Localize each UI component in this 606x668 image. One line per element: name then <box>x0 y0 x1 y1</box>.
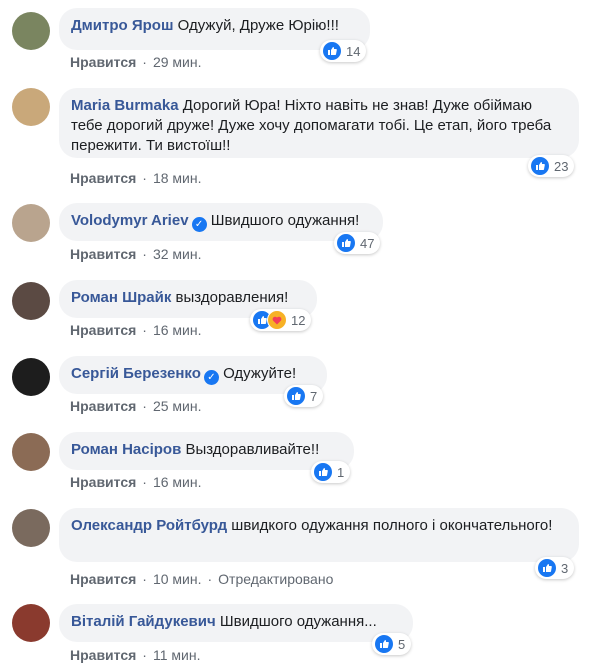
like-link[interactable]: Нравится <box>70 322 136 338</box>
comment-text: Швидшого одужання! <box>210 212 360 229</box>
reaction-count: 47 <box>360 235 375 251</box>
reaction-count: 3 <box>561 560 569 576</box>
avatar[interactable] <box>12 12 50 50</box>
avatar[interactable] <box>12 282 50 320</box>
avatar[interactable] <box>12 204 50 242</box>
like-link[interactable]: Нравится <box>70 647 136 663</box>
reaction-summary[interactable]: 5 <box>372 633 412 655</box>
comment-time[interactable]: 29 мин. <box>153 54 202 70</box>
avatar[interactable] <box>12 358 50 396</box>
comment-time[interactable]: 10 мин. <box>153 571 202 587</box>
reaction-summary[interactable]: 14 <box>320 40 367 62</box>
comment-feed: Дмитро Ярош Одужуй, Друже Юрію!!! 14 Нра… <box>0 0 606 668</box>
comment-author[interactable]: Віталій Гайдукевич <box>71 613 216 630</box>
comment-author[interactable]: Роман Насіров <box>71 441 181 458</box>
comment-text: Швидшого одужання... <box>219 613 377 630</box>
comment-meta: Нравится · 16 мин. <box>70 322 202 338</box>
like-link[interactable]: Нравится <box>70 398 136 414</box>
reaction-summary[interactable]: 1 <box>311 461 351 483</box>
comment-meta: Нравится · 18 мин. <box>70 170 202 186</box>
comment-meta: Нравится · 10 мин. · Отредактировано <box>70 571 334 587</box>
comment-meta: Нравится · 32 мин. <box>70 246 202 262</box>
comment-meta: Нравится · 29 мин. <box>70 54 202 70</box>
comment-text: выздоравления! <box>175 289 289 306</box>
like-reaction-icon <box>537 558 557 578</box>
comment-author[interactable]: Олександр Ройтбурд <box>71 517 227 534</box>
comment-author[interactable]: Volodymyr Ariev <box>71 212 189 229</box>
comment-author[interactable]: Дмитро Ярош <box>71 17 173 34</box>
like-reaction-icon <box>374 634 394 654</box>
comment-text: швидкого одужання полного і окончательно… <box>231 517 553 534</box>
comment-text: Одужуй, Друже Юрію!!! <box>177 17 339 34</box>
comment-author[interactable]: Роман Шрайк <box>71 289 171 306</box>
verified-badge-icon: ✓ <box>203 370 219 385</box>
like-link[interactable]: Нравится <box>70 170 136 186</box>
edited-label[interactable]: Отредактировано <box>218 571 333 587</box>
reaction-count: 12 <box>291 312 306 328</box>
like-link[interactable]: Нравится <box>70 246 136 262</box>
comment-time[interactable]: 16 мин. <box>153 322 202 338</box>
comment-time[interactable]: 25 мин. <box>153 398 202 414</box>
avatar[interactable] <box>12 604 50 642</box>
like-reaction-icon <box>322 41 342 61</box>
comment-meta: Нравится · 25 мин. <box>70 398 202 414</box>
reaction-summary[interactable]: 23 <box>528 155 575 177</box>
comment-meta: Нравится · 16 мин. <box>70 474 202 490</box>
comment-author[interactable]: Maria Burmaka <box>71 97 179 114</box>
comment-time[interactable]: 11 мин. <box>153 647 201 663</box>
like-link[interactable]: Нравится <box>70 474 136 490</box>
comment-bubble: Олександр Ройтбурд швидкого одужання пол… <box>59 508 579 562</box>
reaction-count: 5 <box>398 636 406 652</box>
reaction-count: 14 <box>346 43 361 59</box>
like-reaction-icon <box>286 386 306 406</box>
reaction-summary[interactable]: 7 <box>284 385 324 407</box>
like-reaction-icon <box>336 233 356 253</box>
care-reaction-icon <box>267 310 287 330</box>
comment-bubble: Віталій Гайдукевич Швидшого одужання... <box>59 604 413 642</box>
comment-meta: Нравится · 11 мин. <box>70 647 201 663</box>
avatar[interactable] <box>12 88 50 126</box>
reaction-summary[interactable]: 3 <box>535 557 575 579</box>
like-reaction-icon <box>530 156 550 176</box>
like-link[interactable]: Нравится <box>70 571 136 587</box>
verified-badge-icon: ✓ <box>191 217 207 232</box>
reaction-count: 1 <box>337 464 345 480</box>
comment-bubble: Maria Burmaka Дорогий Юра! Ніхто навіть … <box>59 88 579 158</box>
like-link[interactable]: Нравится <box>70 54 136 70</box>
comment-bubble: Volodymyr Ariev ✓ Швидшого одужання! <box>59 203 383 241</box>
reaction-count: 23 <box>554 158 569 174</box>
comment-time[interactable]: 32 мин. <box>153 246 202 262</box>
avatar[interactable] <box>12 509 50 547</box>
comment-text: Выздоравливайте!! <box>185 441 320 458</box>
reaction-summary[interactable]: 47 <box>334 232 381 254</box>
reaction-summary[interactable]: 12 <box>250 309 312 331</box>
comment-author[interactable]: Сергій Березенко <box>71 365 201 382</box>
comment-time[interactable]: 18 мин. <box>153 170 202 186</box>
comment-text: Одужуйте! <box>223 365 297 382</box>
reaction-count: 7 <box>310 388 318 404</box>
comment-bubble: Роман Насіров Выздоравливайте!! <box>59 432 354 470</box>
like-reaction-icon <box>313 462 333 482</box>
comment-time[interactable]: 16 мин. <box>153 474 202 490</box>
avatar[interactable] <box>12 433 50 471</box>
